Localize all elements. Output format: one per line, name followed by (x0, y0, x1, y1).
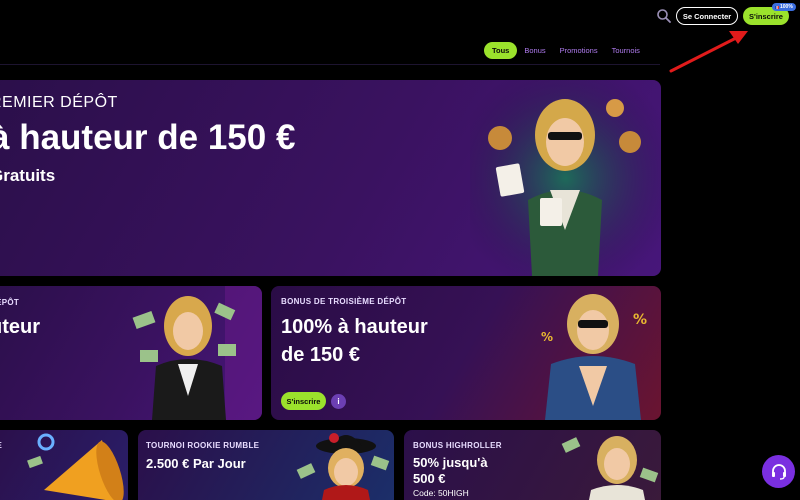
bonus-badge-label: 100% (780, 4, 793, 10)
category-tabs: Tous Bonus Promotions Tournois (484, 42, 647, 59)
promo-card-fourth[interactable]: GE (0, 430, 128, 500)
promo-card-second-deposit[interactable]: DÉPÔT uteur (0, 286, 262, 420)
card6-promo-code: Code: 50HIGH (413, 488, 469, 498)
hero-subline: Gratuits (0, 166, 56, 185)
tabs-divider (0, 64, 660, 65)
hero-kicker: REMIER DÉPÔT (0, 94, 118, 111)
card3-kicker: BONUS DE TROISIÈME DÉPÔT (281, 297, 407, 306)
card3-title-line2: de 150 € (281, 344, 360, 366)
card2-character-illustration (132, 286, 262, 420)
promo-card-highroller[interactable]: BONUS HIGHROLLER 50% jusqu'à 500 € Code:… (404, 430, 661, 500)
svg-text:%: % (541, 330, 553, 344)
card6-title-line1: 50% jusqu'à (413, 455, 488, 470)
card5-title: 2.500 € Par Jour (146, 456, 246, 471)
hero-character-illustration (470, 80, 661, 276)
hero-headline: à hauteur de 150 € (0, 118, 296, 157)
tab-promotions[interactable]: Promotions (553, 43, 605, 58)
search-button[interactable] (656, 8, 672, 24)
megaphone-icon (27, 433, 124, 500)
bonus-badge: 100% (772, 3, 796, 11)
tab-bonus[interactable]: Bonus (517, 43, 552, 58)
card6-character-illustration (561, 436, 659, 500)
flag-icon (775, 5, 779, 9)
card2-kicker: DÉPÔT (0, 298, 20, 307)
info-icon[interactable]: i (331, 394, 346, 409)
card3-character-illustration: % % (541, 294, 647, 420)
card4-kicker: GE (0, 441, 2, 450)
tab-tournaments[interactable]: Tournois (605, 43, 647, 58)
card3-title-line1: 100% à hauteur (281, 316, 428, 338)
card6-title-line2: 500 € (413, 471, 446, 486)
search-icon (657, 9, 671, 23)
headset-icon (771, 463, 786, 480)
tab-all[interactable]: Tous (484, 42, 518, 59)
card3-signup-button[interactable]: S'inscrire (281, 392, 326, 410)
card5-kicker: TOURNOI ROOKIE RUMBLE (146, 441, 260, 450)
card5-character-illustration (296, 433, 390, 500)
card2-title: uteur (0, 316, 40, 338)
promo-card-third-deposit[interactable]: BONUS DE TROISIÈME DÉPÔT 100% à hauteur … (271, 286, 661, 420)
card6-kicker: BONUS HIGHROLLER (413, 441, 502, 450)
promo-card-rookie-rumble[interactable]: TOURNOI ROOKIE RUMBLE 2.500 € Par Jour (138, 430, 394, 500)
login-button[interactable]: Se Connecter (676, 7, 738, 25)
chat-support-button[interactable] (762, 455, 795, 488)
svg-text:%: % (633, 312, 647, 328)
hero-promo-card[interactable]: REMIER DÉPÔT à hauteur de 150 € Gratuits (0, 80, 661, 276)
